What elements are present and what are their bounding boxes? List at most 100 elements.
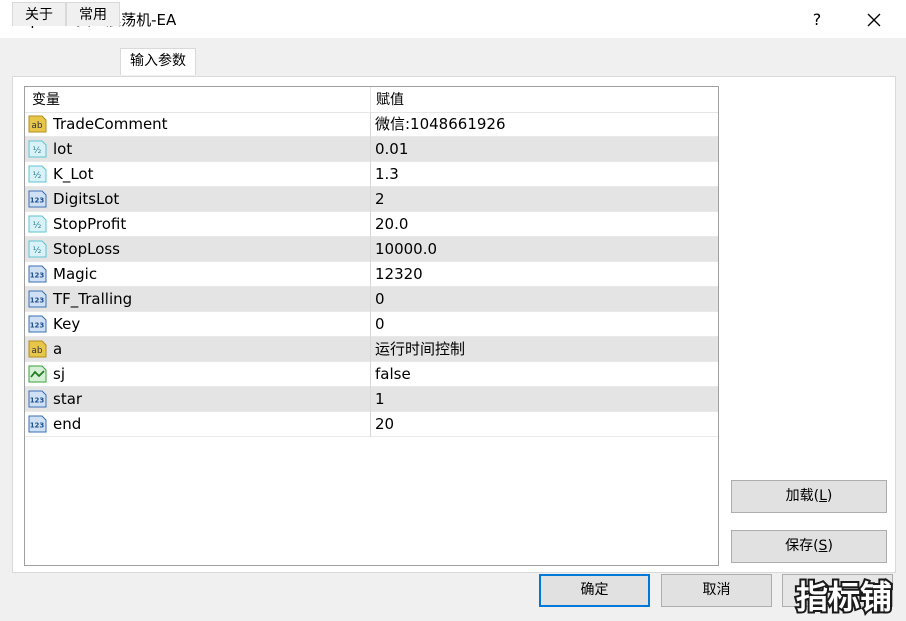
svg-text:123: 123 xyxy=(30,272,45,280)
tab-inputs[interactable]: 输入参数 xyxy=(120,48,196,75)
close-button[interactable] xyxy=(856,6,892,32)
cell-divider xyxy=(370,137,371,162)
double-icon: ½ xyxy=(28,140,47,158)
watermark-text: 指标铺 xyxy=(796,578,892,616)
parameter-value[interactable]: 10000.0 xyxy=(375,237,437,262)
cell-divider xyxy=(370,162,371,187)
parameter-value[interactable]: 1.3 xyxy=(375,162,399,187)
svg-text:ab: ab xyxy=(31,121,43,131)
svg-text:123: 123 xyxy=(30,422,45,430)
table-row[interactable]: 123 Key 0 xyxy=(25,312,718,337)
svg-text:½: ½ xyxy=(33,246,42,256)
load-button-tail: ) xyxy=(826,488,833,504)
parameter-value[interactable]: 2 xyxy=(375,187,385,212)
table-row[interactable]: 123 end 20 xyxy=(25,412,718,437)
integer-icon: 123 xyxy=(28,390,47,408)
table-row[interactable]: ab a 运行时间控制 xyxy=(25,337,718,362)
parameter-name: StopLoss xyxy=(53,240,121,258)
table-row[interactable]: ½ lot 0.01 xyxy=(25,137,718,162)
parameter-name: Key xyxy=(53,315,81,333)
double-icon: ½ xyxy=(28,165,47,183)
parameter-value[interactable]: 1 xyxy=(375,387,385,412)
parameter-name: TradeComment xyxy=(53,115,168,133)
table-row[interactable]: 123 Magic 12320 xyxy=(25,262,718,287)
parameter-name: lot xyxy=(53,140,73,158)
svg-text:123: 123 xyxy=(30,322,45,330)
help-icon: ? xyxy=(812,9,822,29)
parameter-value[interactable]: 0 xyxy=(375,312,385,337)
parameter-value[interactable]: 20 xyxy=(375,412,394,437)
parameter-name: TF_Tralling xyxy=(53,290,133,308)
column-header-variable[interactable]: 变量 xyxy=(32,87,60,112)
parameters-grid[interactable]: 变量 赋值 ab TradeComment 微信:1048661926 ½ lot 0.0… xyxy=(24,86,719,566)
table-row[interactable]: 123 TF_Tralling 0 xyxy=(25,287,718,312)
parameter-value[interactable]: 0.01 xyxy=(375,137,408,162)
column-divider[interactable] xyxy=(370,87,371,112)
bool-icon xyxy=(28,365,47,383)
parameter-value[interactable]: false xyxy=(375,362,411,387)
cell-divider xyxy=(370,362,371,387)
double-icon: ½ xyxy=(28,215,47,233)
table-row[interactable]: 123 DigitsLot 2 xyxy=(25,187,718,212)
save-button-tail: ) xyxy=(827,538,833,554)
load-button-accel: L xyxy=(819,488,827,504)
watermark-logo: 指标铺 xyxy=(794,576,894,618)
tab-about[interactable]: 关于 xyxy=(12,2,66,26)
svg-text:½: ½ xyxy=(33,146,42,156)
load-button-label: 加载( xyxy=(785,488,820,504)
table-row[interactable]: ½ K_Lot 1.3 xyxy=(25,162,718,187)
tab-common[interactable]: 常用 xyxy=(66,2,120,26)
table-row[interactable]: ½ StopLoss 10000.0 xyxy=(25,237,718,262)
svg-text:123: 123 xyxy=(30,297,45,305)
load-button[interactable]: 加载(L) xyxy=(731,480,887,513)
svg-text:½: ½ xyxy=(33,221,42,231)
cell-divider xyxy=(370,187,371,212)
parameter-name: StopProfit xyxy=(53,215,127,233)
column-header-value[interactable]: 赋值 xyxy=(376,87,404,112)
integer-icon: 123 xyxy=(28,315,47,333)
integer-icon: 123 xyxy=(28,190,47,208)
cell-divider xyxy=(370,262,371,287)
parameter-value[interactable]: 20.0 xyxy=(375,212,408,237)
integer-icon: 123 xyxy=(28,265,47,283)
cancel-button[interactable]: 取消 xyxy=(661,574,772,607)
save-button[interactable]: 保存(S) xyxy=(731,530,887,563)
parameter-name: star xyxy=(53,390,83,408)
cell-divider xyxy=(370,112,371,137)
close-icon xyxy=(867,13,881,26)
table-row[interactable]: sj false xyxy=(25,362,718,387)
integer-icon: 123 xyxy=(28,415,47,433)
svg-text:123: 123 xyxy=(30,397,45,405)
table-row[interactable]: 123 star 1 xyxy=(25,387,718,412)
cell-divider xyxy=(370,287,371,312)
cell-divider xyxy=(370,337,371,362)
parameter-value[interactable]: 微信:1048661926 xyxy=(375,112,506,137)
string-icon: ab xyxy=(28,115,47,133)
parameter-value[interactable]: 0 xyxy=(375,287,385,312)
cell-divider xyxy=(370,412,371,437)
parameter-value[interactable]: 12320 xyxy=(375,262,423,287)
title-bar: Expert - 黄金震荡机-EA ? xyxy=(0,0,906,38)
parameter-value[interactable]: 运行时间控制 xyxy=(375,337,465,362)
ok-button[interactable]: 确定 xyxy=(539,574,650,607)
cell-divider xyxy=(370,237,371,262)
help-button[interactable]: ? xyxy=(800,6,834,32)
parameter-name: Magic xyxy=(53,265,98,283)
table-row[interactable]: ½ StopProfit 20.0 xyxy=(25,212,718,237)
parameter-name: DigitsLot xyxy=(53,190,120,208)
double-icon: ½ xyxy=(28,240,47,258)
parameter-name: end xyxy=(53,415,82,433)
parameter-name: K_Lot xyxy=(53,165,94,183)
grid-header: 变量 赋值 xyxy=(25,87,718,113)
table-row[interactable]: ab TradeComment 微信:1048661926 xyxy=(25,112,718,137)
cell-divider xyxy=(370,312,371,337)
integer-icon: 123 xyxy=(28,290,47,308)
string-icon: ab xyxy=(28,340,47,358)
save-button-label: 保存( xyxy=(785,538,819,554)
svg-text:½: ½ xyxy=(33,171,42,181)
svg-text:123: 123 xyxy=(30,197,45,205)
svg-text:ab: ab xyxy=(31,346,43,356)
cell-divider xyxy=(370,212,371,237)
parameter-name: a xyxy=(53,340,63,358)
cell-divider xyxy=(370,387,371,412)
